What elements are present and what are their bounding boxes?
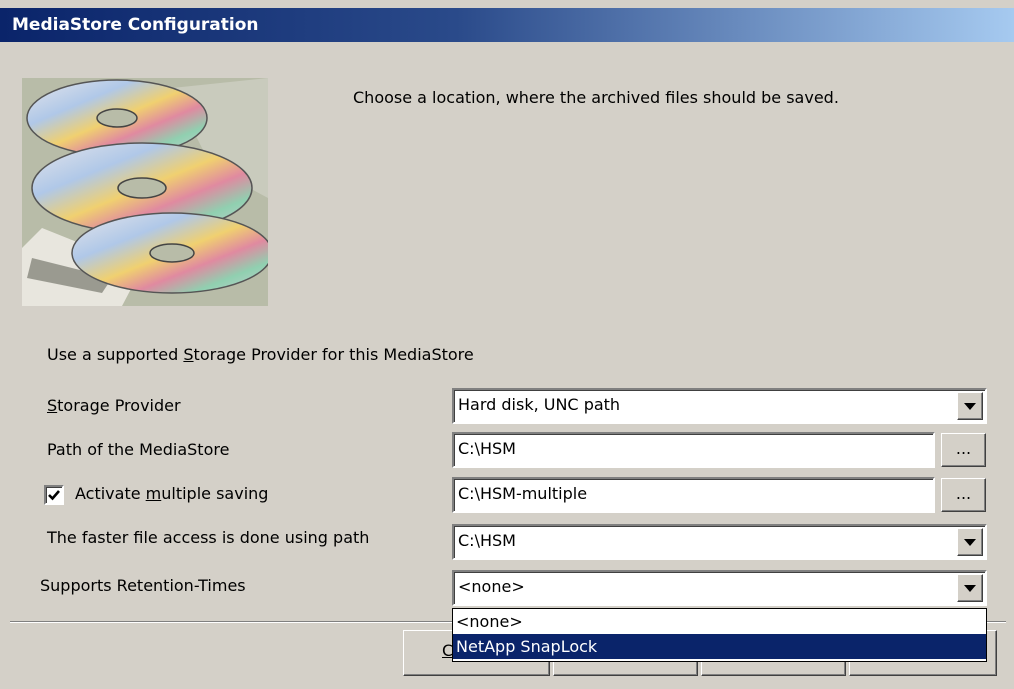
faster-access-label: The faster file access is done using pat… <box>47 528 370 547</box>
chevron-down-icon <box>964 402 976 410</box>
mediastore-path-browse-button[interactable]: ... <box>941 433 986 467</box>
multiple-saving-path-value: C:\HSM-multiple <box>458 484 588 503</box>
mediastore-path-input[interactable]: C:\HSM <box>452 432 935 468</box>
retention-dropdown-list[interactable]: <none> NetApp SnapLock <box>452 608 987 662</box>
retention-label: Supports Retention-Times <box>40 576 246 595</box>
retention-option-none[interactable]: <none> <box>453 609 986 634</box>
retention-select[interactable]: <none> <box>452 570 987 606</box>
storage-provider-value: Hard disk, UNC path <box>458 395 621 414</box>
mediastore-path-label: Path of the MediaStore <box>47 440 230 459</box>
multiple-saving-label: Activate multiple saving <box>75 484 269 503</box>
retention-option-netapp-snaplock[interactable]: NetApp SnapLock <box>453 634 986 659</box>
multiple-saving-browse-button[interactable]: ... <box>941 478 986 512</box>
faster-access-select[interactable]: C:\HSM <box>452 524 987 560</box>
multiple-saving-checkbox[interactable] <box>44 485 64 505</box>
window-title: MediaStore Configuration <box>0 8 1014 42</box>
storage-provider-select[interactable]: Hard disk, UNC path <box>452 388 987 424</box>
storage-provider-dropdown-button[interactable] <box>957 392 983 420</box>
multiple-saving-path-input[interactable]: C:\HSM-multiple <box>452 477 935 513</box>
checkmark-icon <box>48 490 60 501</box>
storage-provider-label: Storage Provider <box>47 396 181 415</box>
intro-text: Choose a location, where the archived fi… <box>353 88 839 107</box>
cd-discs-image <box>22 78 268 306</box>
faster-access-dropdown-button[interactable] <box>957 528 983 556</box>
mediastore-path-value: C:\HSM <box>458 439 516 458</box>
retention-dropdown-button[interactable] <box>957 574 983 602</box>
chevron-down-icon <box>964 584 976 592</box>
retention-value: <none> <box>458 577 525 596</box>
section-label: Use a supported Storage Provider for thi… <box>47 345 474 364</box>
faster-access-value: C:\HSM <box>458 531 516 550</box>
chevron-down-icon <box>964 538 976 546</box>
